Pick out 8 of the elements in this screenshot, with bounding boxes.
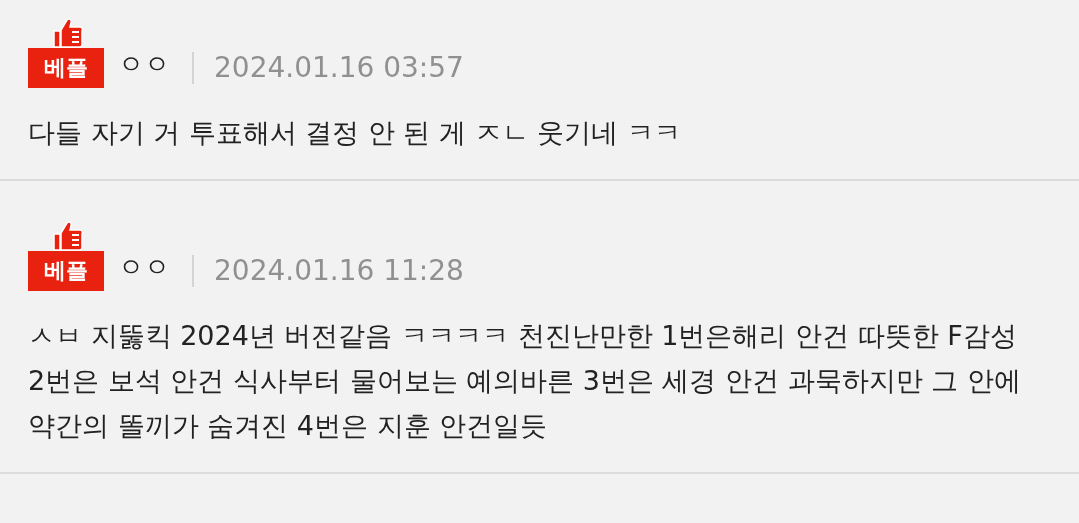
author-name: ㅇㅇ <box>118 251 170 284</box>
comment-text: ㅅㅂ 지뚫킥 2024년 버전같음 ㅋㅋㅋㅋ 천진난만한 1번은해리 안건 따뜻한 F감성 2번은 보석 안건 식사부터 물어보는 예의바른 3번은 세경 안건 과묵하지만 그 안에 약간의 똘끼가 숨겨진 4번은 지훈 안건일듯 <box>28 319 1022 443</box>
comment-text: 다들 자기 거 투표해서 결정 안 된 게 ㅈㄴ 웃기네 ㅋㅋ <box>28 116 682 150</box>
best-badge: 베플 <box>28 48 104 88</box>
author-name: ㅇㅇ <box>118 48 170 81</box>
comment-date: 2024.01.16 03:57 <box>214 51 464 84</box>
comment-date: 2024.01.16 11:28 <box>214 254 464 287</box>
best-badge: 베플 <box>28 251 104 291</box>
